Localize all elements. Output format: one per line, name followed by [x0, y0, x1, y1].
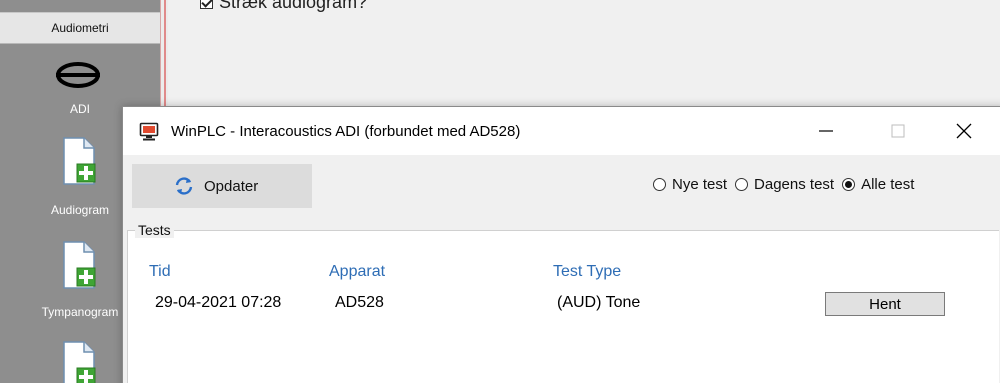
- stretch-audiogram-checkbox[interactable]: [200, 0, 213, 9]
- new-document-icon[interactable]: [62, 240, 96, 295]
- dialog-title: WinPLC - Interacoustics ADI (forbundet m…: [171, 123, 521, 140]
- refresh-button[interactable]: Opdater: [132, 164, 312, 208]
- new-document-icon[interactable]: [62, 340, 96, 383]
- minimize-button[interactable]: [803, 107, 849, 155]
- maximize-icon: [891, 124, 905, 138]
- close-button[interactable]: [941, 107, 987, 155]
- close-icon: [956, 123, 972, 139]
- winplc-dialog: WinPLC - Interacoustics ADI (forbundet m…: [122, 106, 1000, 383]
- column-header-test-type[interactable]: Test Type: [553, 263, 621, 281]
- filter-new-tests[interactable]: Nye test: [653, 176, 727, 193]
- refresh-label: Opdater: [204, 177, 259, 195]
- row-device: AD528: [335, 294, 384, 311]
- filter-all-tests[interactable]: Alle test: [842, 176, 914, 193]
- filter-all-tests-label: Alle test: [861, 176, 915, 193]
- radio-icon[interactable]: [735, 178, 749, 191]
- fetch-button[interactable]: Hent: [825, 292, 945, 316]
- stretch-audiogram-label: Stræk audiogram?: [219, 0, 368, 12]
- filter-new-tests-label: Nye test: [672, 176, 728, 193]
- maximize-button[interactable]: [875, 107, 921, 155]
- sidebar-header-label: Audiometri: [51, 21, 109, 35]
- filter-todays-tests-label: Dagens test: [754, 176, 835, 193]
- radio-icon[interactable]: [653, 178, 666, 191]
- tests-group-gap: [127, 214, 999, 230]
- refresh-icon: [174, 176, 194, 200]
- row-test-type: (AUD) Tone: [557, 294, 641, 311]
- tests-legend: Tests: [135, 222, 174, 238]
- monitor-icon: [139, 122, 159, 147]
- column-header-time[interactable]: Tid: [149, 263, 171, 281]
- sidebar-header[interactable]: Audiometri: [0, 12, 160, 44]
- dialog-titlebar[interactable]: WinPLC - Interacoustics ADI (forbundet m…: [123, 107, 1000, 155]
- adi-logo-icon[interactable]: [56, 62, 100, 93]
- test-filter-group: Nye test Dagens test Alle test: [653, 176, 922, 193]
- filter-todays-tests[interactable]: Dagens test: [735, 176, 834, 193]
- column-header-device[interactable]: Apparat: [329, 263, 385, 281]
- new-document-icon[interactable]: [62, 136, 96, 191]
- row-time: 29-04-2021 07:28: [155, 294, 282, 311]
- minimize-icon: [819, 130, 833, 132]
- radio-selected-icon[interactable]: [842, 178, 856, 191]
- stretch-audiogram-row[interactable]: Stræk audiogram?: [200, 0, 367, 13]
